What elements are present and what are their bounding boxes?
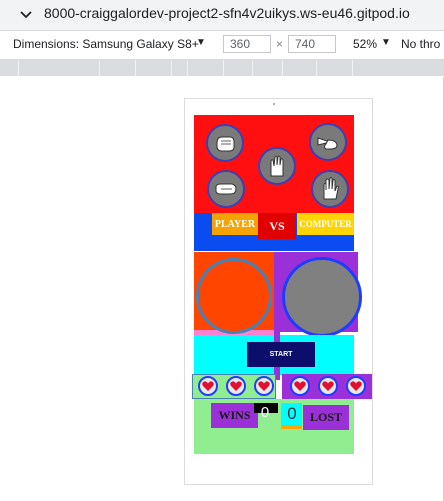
lost-count: 0 (287, 404, 297, 423)
computer-life (290, 376, 310, 396)
player-choice-display (196, 258, 272, 334)
paper-icon (323, 177, 339, 200)
player-life (254, 376, 274, 396)
lost-count-stripe (281, 425, 302, 429)
vs-label: VS (258, 213, 296, 239)
url-text[interactable]: 8000-craiggalordev-project2-sfn4v2uikys.… (44, 5, 410, 21)
dropdown-arrow-icon[interactable]: ▼ (381, 37, 391, 48)
ruler (0, 60, 444, 76)
heart-icon (322, 381, 334, 391)
device-dot (273, 103, 275, 105)
lost-label: LOST (303, 405, 349, 430)
player-label: PLAYER (212, 213, 258, 235)
choice-scissors[interactable] (309, 123, 347, 161)
spock-icon (270, 155, 284, 177)
choice-paper[interactable] (311, 170, 349, 208)
computer-choice-display (282, 257, 362, 337)
wins-count: 0 (260, 404, 270, 421)
computer-label: COMPUTER (297, 213, 354, 235)
lizard-icon (215, 183, 237, 195)
heart-icon (230, 381, 242, 391)
heart-icon (350, 381, 362, 391)
ruler-tick (171, 60, 172, 76)
ruler-tick (18, 60, 19, 76)
ruler-tick (316, 60, 317, 76)
ruler-tick (282, 60, 283, 76)
height-input[interactable]: 740 (288, 35, 336, 53)
start-button[interactable]: START (247, 342, 315, 367)
choice-lizard[interactable] (207, 170, 245, 208)
player-life (198, 376, 218, 396)
heart-icon (258, 381, 270, 391)
rock-icon (216, 136, 235, 152)
dimension-separator: × (276, 37, 284, 51)
width-input[interactable]: 360 (223, 35, 271, 53)
heart-icon (294, 381, 306, 391)
ruler-tick (99, 60, 100, 76)
ruler-tick (135, 60, 136, 76)
ruler-tick (187, 60, 188, 76)
scissors-icon (317, 137, 338, 150)
chevron-down-icon[interactable] (18, 6, 34, 22)
player-life (226, 376, 246, 396)
ruler-tick (352, 60, 353, 76)
dropdown-arrow-icon[interactable]: ▼ (196, 37, 206, 48)
computer-life (318, 376, 338, 396)
choice-rock[interactable] (206, 124, 244, 162)
throttle-select[interactable]: No thro (401, 37, 440, 51)
ruler-tick (252, 60, 253, 76)
heart-icon (202, 381, 214, 391)
device-dimensions-select[interactable]: Dimensions: Samsung Galaxy S8+ (13, 37, 199, 51)
ruler-tick (223, 60, 224, 76)
wins-label: WINS (211, 403, 258, 428)
choice-spock[interactable] (258, 147, 296, 185)
computer-life (346, 376, 366, 396)
zoom-select[interactable]: 52% (353, 37, 377, 51)
